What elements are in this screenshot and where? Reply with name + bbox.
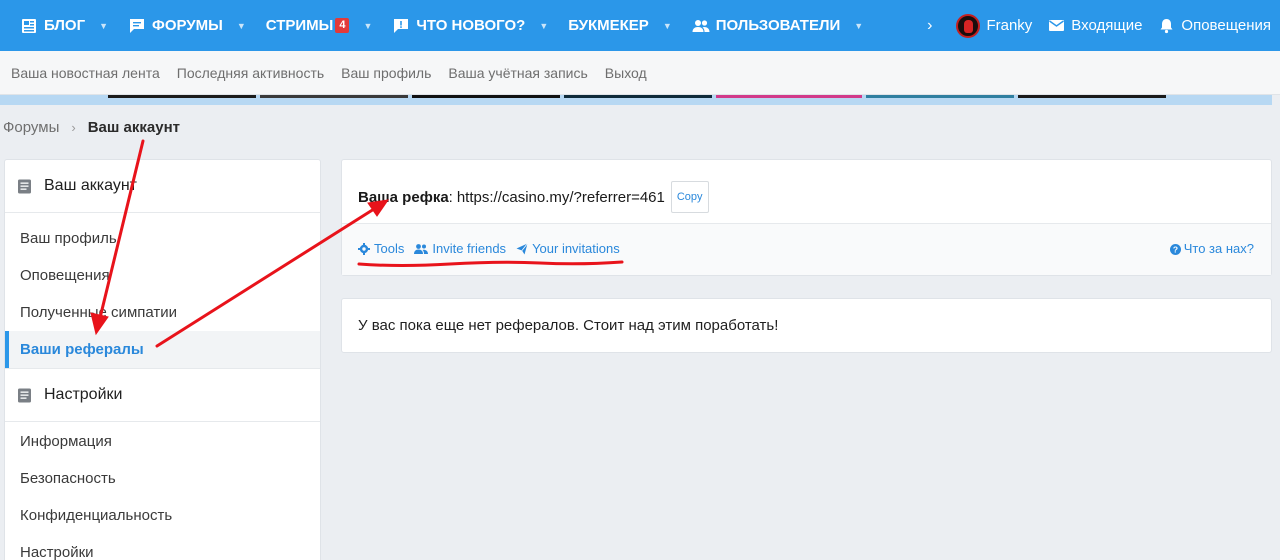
inbox-label: Входящие: [1071, 17, 1143, 34]
sidebar-item-settings[interactable]: Настройки: [5, 534, 320, 560]
streams-count-badge: 4: [335, 18, 350, 33]
subnav-news-feed[interactable]: Ваша новостная лента: [11, 65, 160, 81]
your-invitations-link[interactable]: Your invitations: [516, 241, 620, 256]
sidebar-item-alerts[interactable]: Оповещения: [5, 257, 320, 294]
subnav-your-profile[interactable]: Ваш профиль: [341, 65, 431, 81]
nav-users[interactable]: ПОЛЬЗОВАТЕЛИ ▼: [672, 0, 863, 51]
referrals-list-card: У вас пока еще нет рефералов. Стоит над …: [341, 298, 1272, 353]
inbox-link[interactable]: Входящие: [1040, 17, 1150, 34]
banner-strip: [0, 95, 1272, 105]
chevron-down-icon[interactable]: ▼: [539, 21, 548, 31]
question-circle-icon: ?: [1169, 243, 1181, 255]
bell-icon: [1158, 17, 1175, 34]
envelope-icon: [1048, 17, 1065, 34]
referral-url[interactable]: https://casino.my/?referrer=461: [457, 189, 665, 206]
chevron-down-icon[interactable]: ▼: [237, 21, 246, 31]
tools-link[interactable]: Tools: [358, 241, 404, 256]
user-menu[interactable]: Franky: [948, 13, 1040, 38]
banner-segment: [260, 95, 408, 98]
nav-whats-new-label: ЧТО НОВОГО?: [416, 17, 526, 34]
username: Franky: [986, 17, 1033, 34]
referral-tool-links: Tools Invite friends Your invitations: [358, 241, 630, 256]
your-invitations-label: Your invitations: [532, 241, 620, 256]
help-link[interactable]: ? Что за нах?: [1169, 241, 1254, 256]
sub-navigation: Ваша новостная лента Последняя активност…: [0, 51, 1280, 95]
chevron-down-icon[interactable]: ▼: [99, 21, 108, 31]
users-icon: [692, 17, 710, 35]
users-icon: [414, 243, 429, 255]
chevron-down-icon[interactable]: ▼: [363, 21, 372, 31]
invite-friends-label: Invite friends: [432, 241, 507, 256]
svg-text:?: ?: [1173, 245, 1178, 255]
sidebar-section-settings: Настройки: [5, 368, 320, 422]
nav-forums[interactable]: ФОРУМЫ ▼: [108, 0, 246, 51]
alert-comment-icon: [392, 17, 410, 35]
nav-bookmaker-label: БУКМЕКЕР: [568, 17, 649, 34]
sidebar-item-info[interactable]: Информация: [5, 423, 320, 460]
nav-streams[interactable]: СТРИМЫ 4 ▼: [246, 0, 373, 51]
copy-button[interactable]: Copy: [670, 181, 709, 213]
sidebar-item-security[interactable]: Безопасность: [5, 460, 320, 497]
sidebar-section-title: Ваш аккаунт: [44, 177, 137, 194]
subnav-your-account[interactable]: Ваша учётная запись: [448, 65, 587, 81]
referral-card: Ваша рефка: https://casino.my/?referrer=…: [341, 159, 1272, 276]
sidebar-item-profile[interactable]: Ваш профиль: [5, 220, 320, 257]
nav-blog[interactable]: БЛОГ ▼: [0, 0, 108, 51]
subnav-latest-activity[interactable]: Последняя активность: [177, 65, 324, 81]
nav-blog-label: БЛОГ: [44, 17, 86, 34]
referral-label: Ваша рефка: [358, 188, 449, 206]
nav-user-area: › Franky Входящие Оповещения: [927, 0, 1280, 51]
breadcrumb-forums[interactable]: Форумы: [3, 119, 59, 136]
sidebar-item-referrals[interactable]: Ваши рефералы: [5, 331, 320, 368]
alerts-link[interactable]: Оповещения: [1150, 17, 1280, 34]
gear-icon: [358, 242, 370, 255]
banner-segment: [412, 95, 560, 98]
chevron-down-icon[interactable]: ▼: [663, 21, 672, 31]
banner-segment: [866, 95, 1014, 98]
nav-forums-label: ФОРУМЫ: [152, 17, 223, 34]
subnav-logout[interactable]: Выход: [605, 65, 647, 81]
alerts-label: Оповещения: [1181, 17, 1271, 34]
breadcrumb: Форумы › Ваш аккаунт: [3, 119, 180, 136]
sidebar-section-title: Настройки: [44, 386, 123, 403]
account-sidebar: Ваш аккаунт Ваш профиль Оповещения Получ…: [4, 159, 321, 560]
document-icon: [17, 388, 32, 403]
nav-whats-new[interactable]: ЧТО НОВОГО? ▼: [372, 0, 548, 51]
banner-segment: [716, 95, 862, 98]
breadcrumb-current: Ваш аккаунт: [87, 119, 180, 136]
banner-segment: [564, 95, 712, 98]
comment-icon: [128, 17, 146, 35]
paper-plane-icon: [516, 242, 528, 255]
sidebar-section-account: Ваш аккаунт: [5, 160, 320, 213]
sidebar-item-reactions[interactable]: Полученные симпатии: [5, 294, 320, 331]
nav-bookmaker[interactable]: БУКМЕКЕР ▼: [548, 0, 671, 51]
banner-segment: [1018, 95, 1166, 98]
help-label: Что за нах?: [1183, 241, 1254, 256]
document-icon: [17, 179, 32, 194]
nav-streams-label: СТРИМЫ: [265, 17, 334, 34]
referral-link-row: Ваша рефка: https://casino.my/?referrer=…: [358, 181, 709, 213]
referral-tools-bar: Tools Invite friends Your invitations ? …: [342, 223, 1271, 275]
nav-users-label: ПОЛЬЗОВАТЕЛИ: [715, 17, 841, 34]
chevron-right-icon[interactable]: ›: [927, 17, 932, 35]
newspaper-icon: [20, 17, 38, 35]
chevron-right-icon: ›: [71, 120, 76, 135]
avatar: [956, 13, 981, 38]
tools-label: Tools: [374, 241, 405, 256]
referral-colon: :: [448, 188, 453, 206]
top-navigation: БЛОГ ▼ ФОРУМЫ ▼ СТРИМЫ 4 ▼ ЧТО НОВОГО? ▼…: [0, 0, 1280, 51]
sidebar-item-privacy[interactable]: Конфиденциальность: [5, 497, 320, 534]
chevron-down-icon[interactable]: ▼: [854, 21, 863, 31]
empty-referrals-message: У вас пока еще нет рефералов. Стоит над …: [358, 317, 779, 334]
banner-segment: [108, 95, 256, 98]
invite-friends-link[interactable]: Invite friends: [414, 241, 506, 256]
